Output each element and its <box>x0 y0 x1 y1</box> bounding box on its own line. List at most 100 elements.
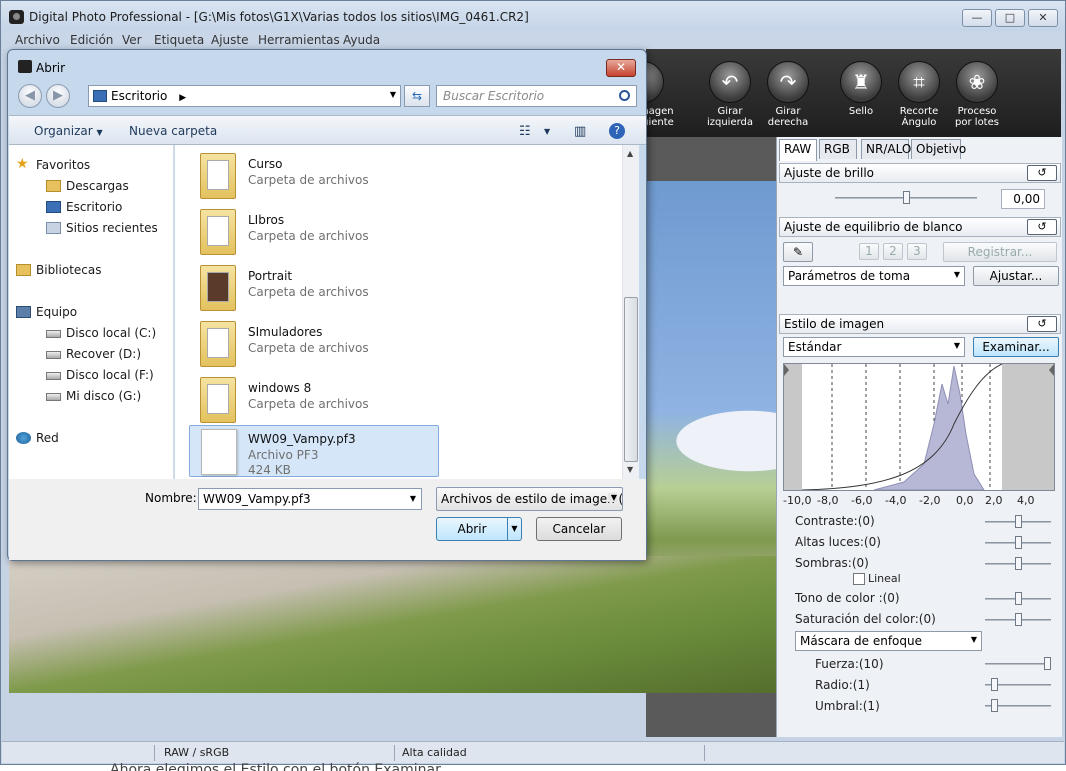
tab-nr-alo[interactable]: NR/ALO <box>861 139 911 159</box>
back-button[interactable]: ◀ <box>18 84 42 108</box>
tool-stamp[interactable]: ♜ Sello <box>836 61 886 117</box>
wb-preset-3[interactable]: 3 <box>907 243 927 260</box>
breadcrumb-chevron-icon[interactable]: ▶ <box>179 93 186 103</box>
address-bar[interactable]: Escritorio ▶ ▼ <box>88 85 401 107</box>
file-list-scrollbar[interactable]: ▲ ▼ <box>622 145 639 479</box>
threshold-slider[interactable] <box>985 699 1051 713</box>
slider-thumb[interactable] <box>1044 657 1051 670</box>
tab-rgb[interactable]: RGB <box>819 139 857 159</box>
organize-button[interactable]: Organizar ▼ <box>34 124 103 138</box>
slider-thumb[interactable] <box>1015 515 1022 528</box>
wb-preset-1[interactable]: 1 <box>859 243 879 260</box>
browse-button[interactable]: Examinar... <box>973 337 1059 357</box>
nav-desktop[interactable]: Escritorio <box>46 200 122 214</box>
nav-favorites[interactable]: ★ Favoritos <box>16 156 90 172</box>
tool-batch[interactable]: ❀ Proceso por lotes <box>951 61 1003 128</box>
nav-downloads[interactable]: Descargas <box>46 179 129 193</box>
reset-brightness-button[interactable]: ↺ <box>1027 165 1057 181</box>
nav-drive-f[interactable]: Disco local (F:) <box>46 368 154 382</box>
tool-rotate-left[interactable]: ↶ Girar izquierda <box>698 61 762 128</box>
list-item[interactable]: windows 8 Carpeta de archivos <box>190 375 620 425</box>
cancel-button[interactable]: Cancelar <box>536 517 622 541</box>
brightness-slider[interactable] <box>835 191 977 205</box>
list-item[interactable]: LIbros Carpeta de archivos <box>190 207 620 257</box>
minimize-button[interactable]: — <box>962 9 992 27</box>
maximize-button[interactable]: □ <box>995 9 1025 27</box>
slider-thumb[interactable] <box>1015 557 1022 570</box>
close-button[interactable]: ✕ <box>1028 9 1058 27</box>
menu-herramientas[interactable]: Herramientas <box>258 33 340 47</box>
list-item[interactable]: Portrait Carpeta de archivos <box>190 263 620 313</box>
saturation-slider[interactable] <box>985 613 1051 627</box>
contrast-slider[interactable] <box>985 515 1051 529</box>
menu-ayuda[interactable]: Ayuda <box>343 33 380 47</box>
refresh-icon: ⇆ <box>411 89 423 103</box>
scroll-up-icon[interactable]: ▲ <box>627 149 633 158</box>
scroll-down-icon[interactable]: ▼ <box>627 465 633 474</box>
nav-label: Equipo <box>36 305 78 319</box>
slider-thumb[interactable] <box>903 191 910 204</box>
list-item-selected[interactable]: WW09_Vampy.pf3 Archivo PF3 424 KB <box>189 425 439 477</box>
refresh-button[interactable]: ⇆ <box>404 85 430 107</box>
search-icon[interactable] <box>619 90 630 101</box>
shadows-slider[interactable] <box>985 557 1051 571</box>
chevron-down-icon[interactable]: ▼ <box>390 90 396 99</box>
list-item[interactable]: Curso Carpeta de archivos <box>190 151 620 201</box>
eyedropper-button[interactable]: ✎ <box>783 242 813 262</box>
wb-mode-select[interactable]: Parámetros de toma <box>783 266 965 286</box>
nav-network[interactable]: Red <box>16 431 59 445</box>
menu-ajuste[interactable]: Ajuste <box>211 33 249 47</box>
reset-wb-button[interactable]: ↺ <box>1027 219 1057 235</box>
nav-computer[interactable]: Equipo <box>16 305 78 319</box>
file-type-select[interactable]: Archivos de estilo de imagen (* ▼ <box>436 487 623 511</box>
help-icon[interactable]: ? <box>609 123 625 139</box>
view-options-icon[interactable]: ☷ <box>519 124 531 139</box>
radius-slider[interactable] <box>985 678 1051 692</box>
new-folder-button[interactable]: Nueva carpeta <box>129 124 217 138</box>
strength-slider[interactable] <box>985 657 1051 671</box>
nav-drive-g[interactable]: Mi disco (G:) <box>46 389 141 403</box>
slider-thumb[interactable] <box>991 678 998 691</box>
brightness-value[interactable]: 0,00 <box>1001 189 1045 209</box>
chevron-down-icon[interactable]: ▼ <box>410 494 416 503</box>
forward-button[interactable]: ▶ <box>46 84 70 108</box>
nav-drive-c[interactable]: Disco local (C:) <box>46 326 156 340</box>
nav-libraries[interactable]: Bibliotecas <box>16 263 101 277</box>
preview-pane-icon[interactable]: ▥ <box>574 124 586 139</box>
color-tone-slider[interactable] <box>985 592 1051 606</box>
wb-preset-2[interactable]: 2 <box>883 243 903 260</box>
dialog-close-button[interactable]: ✕ <box>606 59 636 77</box>
menu-archivo[interactable]: Archivo <box>15 33 60 47</box>
nav-drive-d[interactable]: Recover (D:) <box>46 347 141 361</box>
highlights-slider[interactable] <box>985 536 1051 550</box>
slider-thumb[interactable] <box>1015 592 1022 605</box>
folder-preview <box>207 160 229 190</box>
search-input[interactable]: Buscar Escritorio <box>436 85 637 107</box>
tab-raw[interactable]: RAW <box>779 139 817 161</box>
menu-etiqueta[interactable]: Etiqueta <box>154 33 204 47</box>
open-button[interactable]: Abrir ▼ <box>436 517 522 541</box>
slider-thumb[interactable] <box>1015 613 1022 626</box>
tool-rotate-right[interactable]: ↷ Girar derecha <box>758 61 818 128</box>
tool-crop[interactable]: ⌗ Recorte Ángulo <box>894 61 944 128</box>
folder-icon <box>200 321 236 367</box>
filename-input[interactable]: WW09_Vampy.pf3 ▼ <box>198 488 422 510</box>
tone-curve-histogram[interactable] <box>783 363 1055 491</box>
adjust-button[interactable]: Ajustar... <box>973 266 1059 286</box>
register-button[interactable]: Registrar... <box>943 242 1057 262</box>
tab-objetivo[interactable]: Objetivo <box>911 139 966 159</box>
chevron-down-icon[interactable]: ▼ <box>544 127 550 136</box>
linear-checkbox[interactable] <box>853 573 865 585</box>
slider-thumb[interactable] <box>991 699 998 712</box>
slider-thumb[interactable] <box>1015 536 1022 549</box>
reset-style-button[interactable]: ↺ <box>1027 316 1057 332</box>
file-name: windows 8 <box>248 381 312 395</box>
menu-ver[interactable]: Ver <box>122 33 142 47</box>
sharpness-mode-select[interactable]: Máscara de enfoque <box>795 631 982 651</box>
list-item[interactable]: SImuladores Carpeta de archivos <box>190 319 620 369</box>
scrollbar-thumb[interactable] <box>624 297 638 462</box>
nav-recent-places[interactable]: Sitios recientes <box>46 221 158 235</box>
menu-edicion[interactable]: Edición <box>70 33 113 47</box>
picture-style-select[interactable]: Estándar <box>783 337 965 357</box>
chevron-down-icon[interactable]: ▼ <box>507 518 521 540</box>
